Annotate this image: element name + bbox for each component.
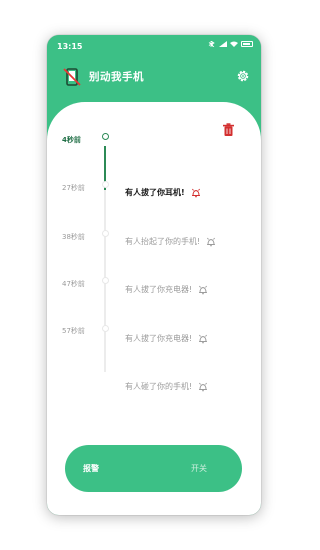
list-item[interactable]: 有人拔了你充电器! — [125, 284, 208, 295]
signal-icon — [219, 41, 227, 47]
status-time: 13:15 — [57, 42, 83, 51]
alert-message: 有人拔了你充电器! — [125, 334, 193, 343]
alarm-toggle-switch[interactable]: 报警 开关 — [65, 445, 242, 492]
alarm-bell-icon — [199, 334, 208, 343]
time-label: 57秒前 — [62, 327, 85, 335]
alert-message: 有人抬起了你的手机! — [125, 237, 201, 246]
alarm-bell-icon — [191, 188, 200, 197]
list-item[interactable]: 有人抬起了你的手机! — [125, 236, 216, 247]
alert-message: 有人碰了你的手机! — [125, 382, 193, 391]
timeline-dot — [101, 133, 109, 140]
alarm-bell-icon — [199, 285, 208, 294]
timeline-dot — [101, 230, 109, 237]
list-item[interactable]: 有人拔了你充电器! — [125, 333, 208, 344]
time-label: 27秒前 — [62, 184, 85, 192]
alarm-bell-icon — [207, 237, 216, 246]
trash-icon[interactable] — [222, 123, 235, 137]
phone-screen: 13:15 别动我手机 4秒前 有人拔了你耳机! 27秒前 有人抬起了你的手机!… — [47, 35, 261, 515]
time-label: 38秒前 — [62, 233, 85, 241]
status-icons — [208, 41, 253, 47]
timeline-dot — [101, 277, 109, 284]
list-item[interactable]: 有人拔了你耳机! — [125, 187, 201, 198]
alert-message: 有人拔了你耳机! — [125, 188, 185, 197]
toggle-label-switch: 开关 — [191, 464, 207, 473]
time-label: 4秒前 — [62, 136, 81, 144]
app-title: 别动我手机 — [89, 71, 144, 83]
toggle-label-alarm: 报警 — [83, 464, 99, 473]
timeline-dot — [101, 325, 109, 332]
alert-message: 有人拔了你充电器! — [125, 285, 193, 294]
list-item[interactable]: 有人碰了你的手机! — [125, 381, 208, 392]
battery-icon — [241, 41, 253, 47]
app-header: 别动我手机 — [47, 57, 261, 101]
bluetooth-icon — [208, 41, 215, 47]
gear-icon[interactable] — [236, 69, 250, 83]
wifi-icon — [230, 41, 238, 47]
time-label: 47秒前 — [62, 280, 85, 288]
alarm-bell-icon — [199, 382, 208, 391]
phone-no-touch-icon — [63, 68, 81, 86]
timeline-dot — [101, 181, 109, 188]
status-bar: 13:15 — [47, 35, 261, 57]
